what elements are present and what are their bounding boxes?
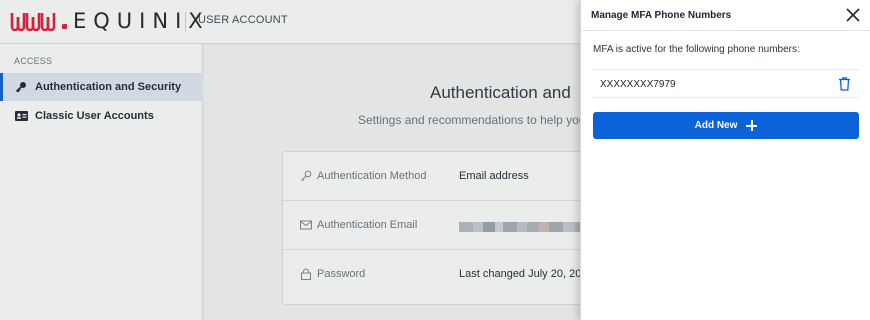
trash-icon[interactable] xyxy=(838,77,851,91)
add-new-label: Add New xyxy=(694,120,738,131)
add-new-button[interactable]: Add New xyxy=(593,112,859,139)
phone-list-item: XXXXXXXX7979 xyxy=(593,69,859,98)
close-icon[interactable] xyxy=(845,7,861,23)
panel-header: Manage MFA Phone Numbers xyxy=(581,0,870,31)
plus-icon xyxy=(746,120,758,131)
mfa-phone-panel: Manage MFA Phone Numbers MFA is active f… xyxy=(580,0,870,320)
panel-intro-text: MFA is active for the following phone nu… xyxy=(593,44,800,55)
panel-title: Manage MFA Phone Numbers xyxy=(591,10,732,21)
phone-number: XXXXXXXX7979 xyxy=(600,79,676,90)
modal-backdrop[interactable] xyxy=(0,0,580,320)
